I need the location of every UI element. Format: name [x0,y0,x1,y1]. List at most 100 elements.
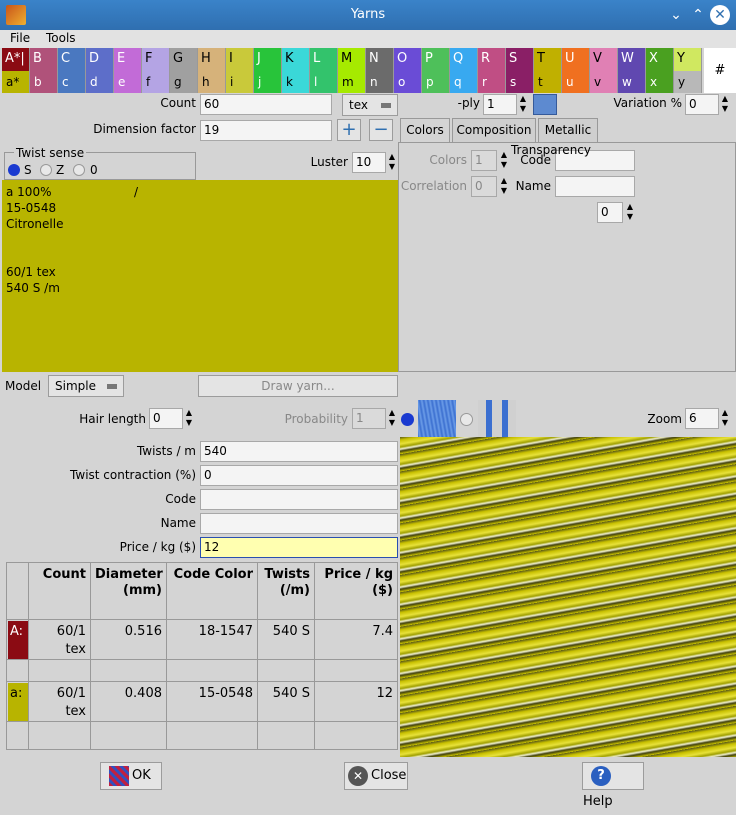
code-input[interactable] [200,489,398,510]
palette-swatch-lower[interactable]: l [310,71,338,93]
unit-select[interactable]: tex [342,94,398,116]
minimize-icon[interactable]: ⌄ [666,5,686,25]
palette-swatch-lower[interactable]: c [58,71,86,93]
palette-swatch-lower[interactable]: s [506,71,534,93]
palette-swatch-upper[interactable]: A*| [2,48,30,71]
probability-spin-arrows-icon[interactable]: ▲ ▼ [387,408,397,429]
menu-tools[interactable]: Tools [46,31,76,45]
zoom-spinner[interactable]: 6 [685,408,719,429]
palette-swatch-upper[interactable]: I [226,48,254,71]
palette-swatch-lower[interactable]: i [226,71,254,93]
menu-file[interactable]: File [10,31,30,45]
palette-swatch-upper[interactable]: R [478,48,506,71]
open-folder-icon[interactable] [533,94,557,115]
correlation-spinner[interactable]: 0 [471,176,497,197]
correlation-spin-arrows-icon[interactable]: ▲ ▼ [499,176,509,197]
ok-button[interactable]: OK [100,762,162,790]
count-input[interactable]: 60 [200,94,332,115]
palette-swatch-lower[interactable]: g [170,71,198,93]
hair-style-1-icon[interactable] [418,400,456,437]
palette-swatch-upper[interactable]: S [506,48,534,71]
palette-swatch-lower[interactable]: v [590,71,618,93]
palette-swatch-upper[interactable]: B [30,48,58,71]
close-button[interactable]: ✕ Close [344,762,408,790]
palette-swatch-upper[interactable]: Q [450,48,478,71]
palette-swatch-upper[interactable]: K [282,48,310,71]
name-input[interactable] [200,513,398,534]
palette-swatch-upper[interactable]: E [114,48,142,71]
variation-spinner[interactable]: 0 [685,94,719,115]
ply-spin-arrows-icon[interactable]: ▲ ▼ [518,94,528,115]
price-input[interactable]: 12 [200,537,398,558]
palette-swatch-upper[interactable]: P [422,48,450,71]
transparency-spin-arrows-icon[interactable]: ▲ ▼ [625,202,635,223]
hair-style-2-icon[interactable] [478,400,516,437]
model-select[interactable]: Simple [48,375,124,397]
palette-swatch-lower[interactable]: k [282,71,310,93]
luster-spin-arrows-icon[interactable]: ▲ ▼ [387,152,397,173]
luster-spinner[interactable]: 10 [352,152,386,173]
palette-swatch-lower[interactable]: f [142,71,170,93]
minus-button[interactable]: − [369,119,393,141]
row-a-upper-key[interactable]: A: [8,621,28,659]
hair-style-1-radio[interactable] [401,413,414,426]
palette-swatch-lower[interactable]: w [618,71,646,93]
palette-swatch-upper[interactable]: T [534,48,562,71]
draw-yarn-button[interactable]: Draw yarn... [198,375,398,397]
palette-swatch-lower[interactable]: n [366,71,394,93]
tab-composition[interactable]: Composition [452,118,536,142]
palette-swatch-lower[interactable]: h [198,71,226,93]
zoom-spin-arrows-icon[interactable]: ▲ ▼ [720,408,730,429]
variation-spin-arrows-icon[interactable]: ▲ ▼ [720,94,730,115]
twists-input[interactable]: 540 [200,441,398,462]
probability-spinner[interactable]: 1 [352,408,386,429]
close-window-icon[interactable]: ✕ [710,5,730,25]
help-button[interactable]: ? Help [582,762,644,809]
palette-swatch-upper[interactable]: D [86,48,114,71]
palette-swatch-lower[interactable]: q [450,71,478,93]
dimension-input[interactable]: 19 [200,120,332,141]
palette-swatch-upper[interactable]: V [590,48,618,71]
palette-swatch-upper[interactable]: L [310,48,338,71]
palette-swatch-upper[interactable]: H [198,48,226,71]
palette-swatch-lower[interactable]: o [394,71,422,93]
palette-swatch-upper[interactable]: U [562,48,590,71]
palette-swatch-upper[interactable]: N [366,48,394,71]
palette-swatch-lower[interactable]: x [646,71,674,93]
palette-swatch-lower[interactable]: b [30,71,58,93]
twist-z-radio[interactable] [40,164,52,176]
palette-swatch-upper[interactable]: F [142,48,170,71]
row-a-lower-key[interactable]: a: [8,683,28,721]
palette-swatch-lower[interactable]: p [422,71,450,93]
contraction-input[interactable]: 0 [200,465,398,486]
palette-swatch-upper[interactable]: O [394,48,422,71]
palette-swatch-lower[interactable]: a* [2,71,30,93]
maximize-icon[interactable]: ⌃ [688,5,708,25]
hair-length-spin-arrows-icon[interactable]: ▲ ▼ [184,408,194,429]
palette-swatch-upper[interactable]: C [58,48,86,71]
hair-length-spinner[interactable]: 0 [149,408,183,429]
colors-spinner[interactable]: 1 [471,150,497,171]
twist-s-radio[interactable] [8,164,20,176]
palette-swatch-lower[interactable]: d [86,71,114,93]
plus-button[interactable]: + [337,119,361,141]
palette-swatch-upper[interactable]: J [254,48,282,71]
ply-spinner[interactable]: 1 [483,94,517,115]
tab-metallic[interactable]: Metallic [538,118,598,142]
palette-swatch-lower[interactable]: j [254,71,282,93]
tab-colors[interactable]: Colors [400,118,450,142]
palette-swatch-upper[interactable]: X [646,48,674,71]
panel-name-input[interactable] [555,176,635,197]
palette-swatch-upper[interactable]: G [170,48,198,71]
twist-0-radio[interactable] [73,164,85,176]
palette-swatch-upper[interactable]: W [618,48,646,71]
palette-swatch-lower[interactable]: r [478,71,506,93]
palette-swatch-lower[interactable]: t [534,71,562,93]
palette-swatch-lower[interactable]: y [674,71,702,93]
palette-swatch-upper[interactable]: M [338,48,366,71]
hair-style-2-radio[interactable] [460,413,473,426]
transparency-spinner[interactable]: 0 [597,202,623,223]
palette-swatch-lower[interactable]: u [562,71,590,93]
palette-swatch-upper[interactable]: Y [674,48,702,71]
palette-swatch-lower[interactable]: m [338,71,366,93]
